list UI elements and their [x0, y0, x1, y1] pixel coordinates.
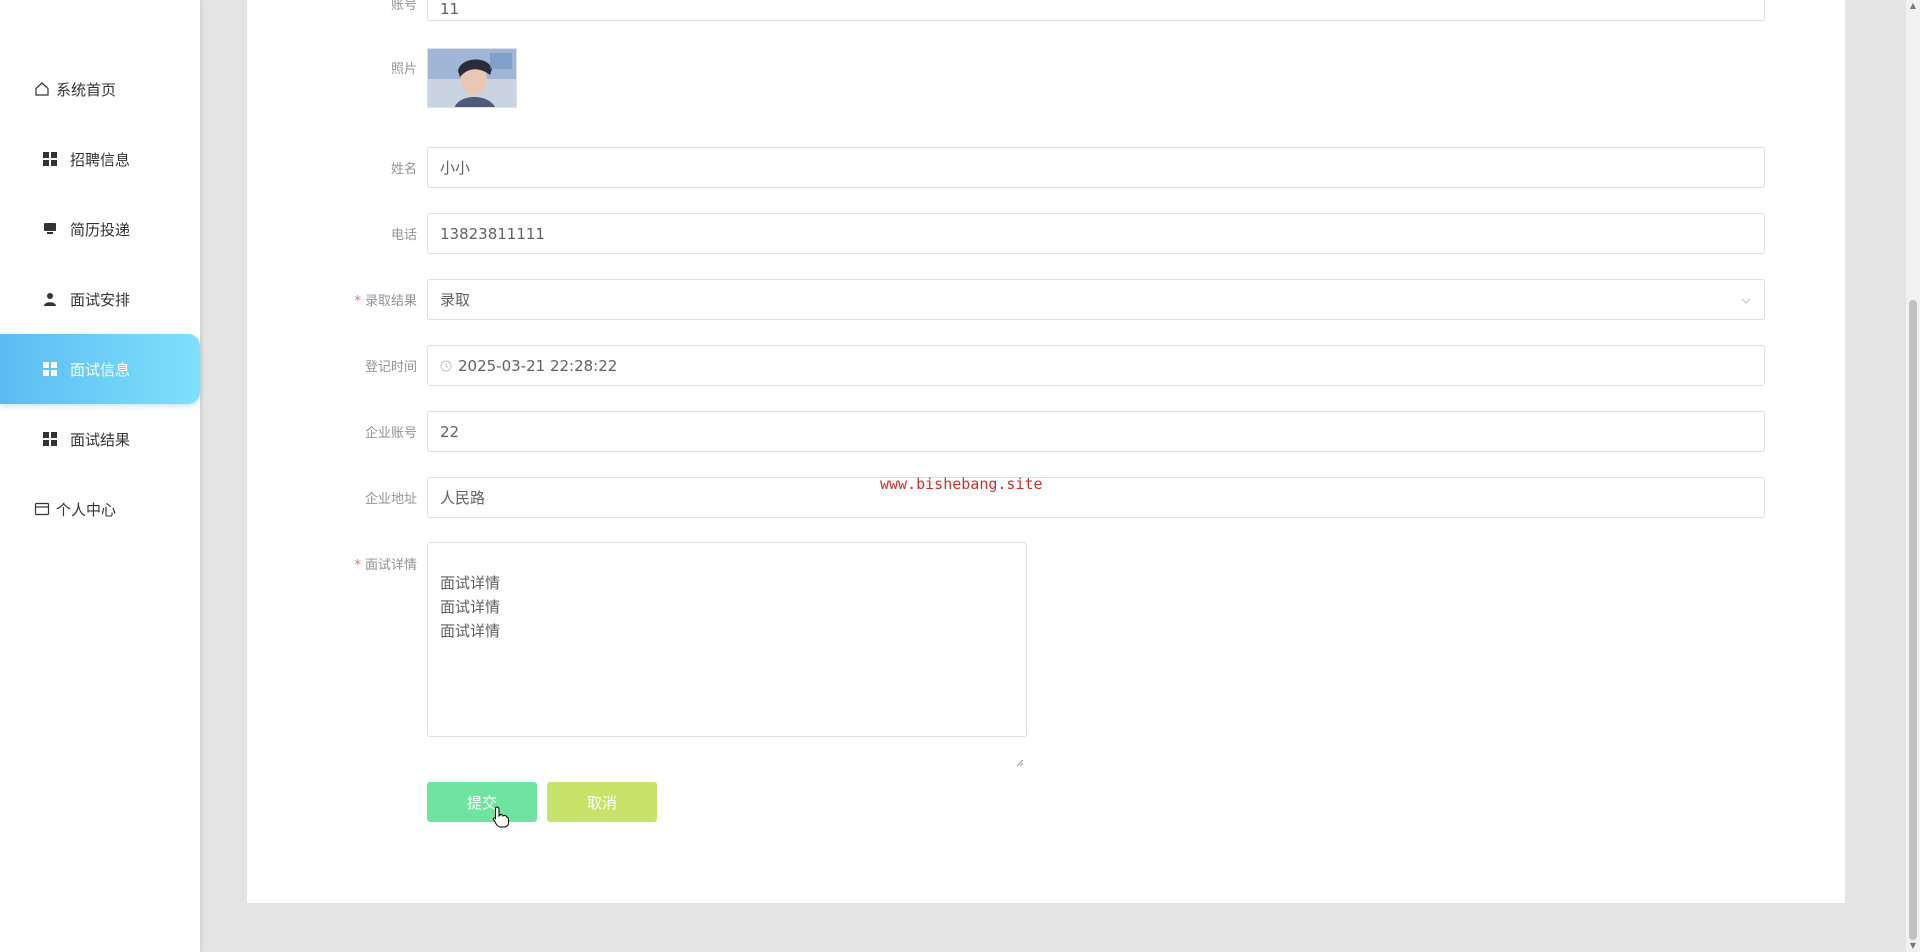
- account-value: 11: [440, 0, 460, 18]
- grid-icon: [42, 151, 58, 167]
- scroll-up-icon[interactable]: ▲: [1909, 2, 1917, 10]
- profile-photo-icon: [428, 49, 516, 107]
- sidebar-item-interview-info[interactable]: 面试信息: [0, 334, 200, 404]
- sidebar-item-interview-result[interactable]: 面试结果: [0, 404, 200, 474]
- company-address-label: 企业地址: [364, 492, 417, 507]
- sidebar-item-personal-center[interactable]: 个人中心: [0, 474, 200, 544]
- user-icon: [42, 291, 58, 307]
- company-account-value: 22: [440, 422, 460, 441]
- scroll-thumb[interactable]: [1909, 300, 1917, 940]
- sidebar-item-label: 系统首页: [56, 80, 117, 99]
- sidebar-item-label: 简历投递: [70, 220, 131, 239]
- company-account-field[interactable]: 22: [427, 411, 1765, 452]
- details-textarea[interactable]: 面试详情 面试详情 面试详情: [427, 542, 1027, 767]
- company-address-value: 人民路: [440, 489, 486, 507]
- home-icon: [34, 81, 50, 97]
- company-account-label: 企业账号: [364, 426, 417, 441]
- result-label: * 录取结果: [354, 294, 417, 309]
- sidebar: 系统首页 招聘信息 简历投递 面试安排 面试信息 面试结果 个人中心: [0, 0, 200, 952]
- time-value: 2025-03-21 22:28:22: [458, 356, 618, 375]
- grid-icon: [42, 431, 58, 447]
- name-value: 小小: [440, 159, 471, 177]
- time-label: 登记时间: [364, 360, 417, 375]
- time-picker[interactable]: 2025-03-21 22:28:22: [427, 345, 1765, 386]
- cancel-button[interactable]: 取消: [547, 782, 657, 822]
- sidebar-item-label: 个人中心: [56, 500, 117, 519]
- details-label: * 面试详情: [354, 558, 417, 573]
- phone-field[interactable]: 13823811111: [427, 213, 1765, 254]
- photo-thumbnail[interactable]: [427, 48, 517, 108]
- details-value: 面试详情 面试详情 面试详情: [440, 574, 501, 640]
- required-mark: *: [354, 558, 361, 573]
- result-value: 录取: [440, 291, 471, 309]
- phone-value: 13823811111: [440, 224, 545, 243]
- name-label: 姓名: [390, 162, 417, 177]
- photo-label: 照片: [390, 62, 417, 77]
- card-icon: [34, 501, 50, 517]
- phone-label: 电话: [390, 228, 417, 243]
- name-field[interactable]: 小小: [427, 147, 1765, 188]
- sidebar-item-interview-schedule[interactable]: 面试安排: [0, 264, 200, 334]
- result-select[interactable]: 录取: [427, 279, 1765, 320]
- resize-grip-icon[interactable]: [1016, 726, 1024, 767]
- sidebar-item-resume[interactable]: 简历投递: [0, 194, 200, 264]
- sidebar-item-label: 面试信息: [70, 360, 131, 379]
- submit-button[interactable]: 提交: [427, 782, 537, 822]
- vertical-scrollbar[interactable]: ▲ ▼: [1906, 0, 1920, 952]
- sidebar-item-label: 招聘信息: [70, 150, 131, 169]
- chevron-down-icon: [1740, 293, 1752, 311]
- watermark-text: www.bishebang.site: [880, 475, 1043, 493]
- account-label: 账号: [390, 0, 417, 13]
- clock-icon: [440, 360, 452, 372]
- sidebar-item-label: 面试安排: [70, 290, 131, 309]
- sidebar-item-label: 面试结果: [70, 430, 131, 449]
- required-mark: *: [354, 294, 361, 309]
- monitor-icon: [42, 221, 58, 237]
- sidebar-item-home[interactable]: 系统首页: [0, 54, 200, 124]
- grid-icon: [42, 361, 58, 377]
- scroll-down-icon[interactable]: ▼: [1909, 942, 1917, 950]
- hand-cursor-icon: [492, 806, 510, 832]
- sidebar-item-recruitment[interactable]: 招聘信息: [0, 124, 200, 194]
- company-address-field[interactable]: 人民路: [427, 477, 1765, 518]
- account-field[interactable]: 11: [427, 0, 1765, 21]
